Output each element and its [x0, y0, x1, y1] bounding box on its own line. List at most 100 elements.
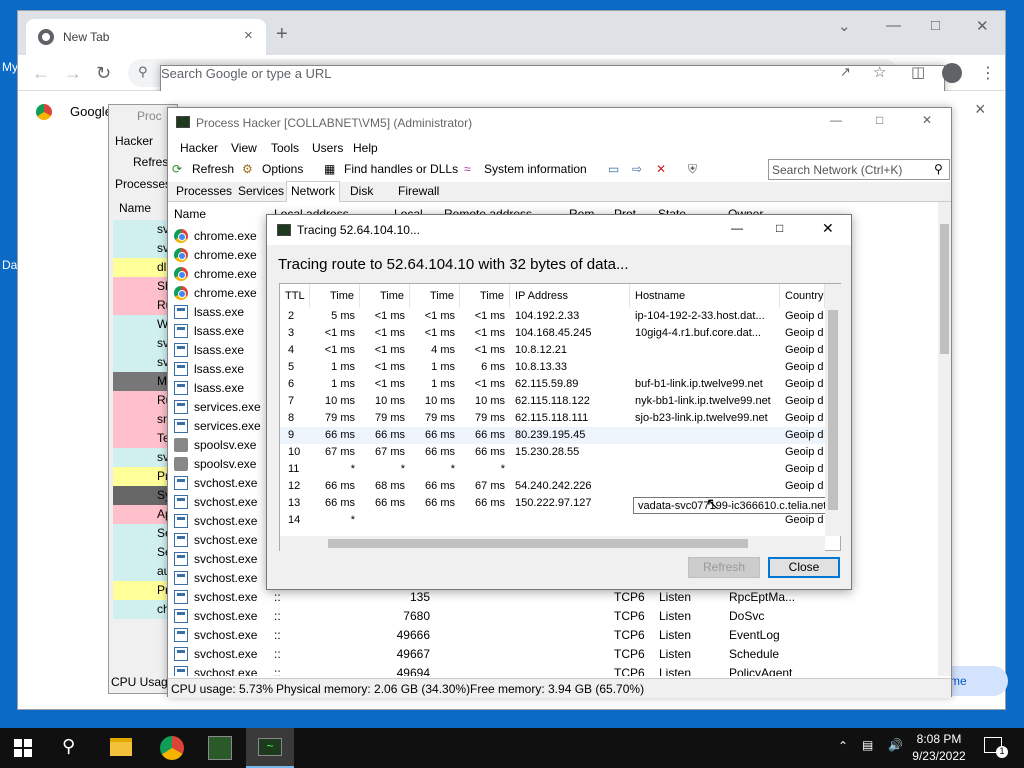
column-header-time-2[interactable]: Time: [360, 284, 410, 308]
scroll-thumb[interactable]: [328, 539, 748, 548]
search-network-input[interactable]: Search Network (Ctrl+K) ⚲: [768, 159, 950, 180]
star-icon[interactable]: ☆: [873, 63, 886, 81]
window-icon[interactable]: ▭: [608, 162, 619, 176]
chrome-taskbar-icon[interactable]: [160, 736, 184, 760]
column-header-ttl[interactable]: TTL: [280, 284, 310, 308]
trace-row[interactable]: 14 * Geoip d: [280, 512, 825, 529]
back-icon[interactable]: ←: [32, 63, 50, 84]
terminate-icon[interactable]: ✕: [656, 162, 666, 176]
back-process-row[interactable]: Sh: [113, 277, 175, 296]
scroll-thumb[interactable]: [940, 224, 949, 354]
share-icon[interactable]: ↗: [840, 64, 851, 80]
back-process-row[interactable]: sm: [113, 410, 175, 429]
menu-view[interactable]: View: [231, 141, 257, 155]
minimize-icon[interactable]: —: [731, 221, 743, 235]
reload-icon[interactable]: ↻: [96, 63, 111, 84]
trace-row[interactable]: 11 * * * * Geoip d: [280, 461, 825, 478]
tab-processes[interactable]: Processes: [172, 184, 236, 198]
menu-hacker[interactable]: Hacker: [180, 141, 218, 155]
column-header-name[interactable]: Name: [119, 201, 151, 215]
minimize-icon[interactable]: —: [830, 113, 842, 127]
back-process-row[interactable]: Ap: [113, 505, 175, 524]
vertical-scrollbar[interactable]: [938, 202, 951, 676]
tab-firewall[interactable]: Firewall: [394, 184, 443, 198]
bookmark-google[interactable]: Google: [70, 104, 112, 119]
grid-vertical-scrollbar[interactable]: [825, 284, 841, 536]
close-icon[interactable]: ×: [975, 99, 986, 120]
grid-horizontal-scrollbar[interactable]: [280, 536, 825, 551]
back-process-row[interactable]: Pr: [113, 467, 175, 486]
shield-icon[interactable]: ⛨: [688, 162, 697, 177]
options-button[interactable]: Options: [262, 162, 303, 176]
browser-tab[interactable]: New Tab ×: [26, 19, 266, 55]
back-process-row[interactable]: Se: [113, 524, 175, 543]
maximize-icon[interactable]: □: [876, 113, 883, 127]
back-process-row[interactable]: sv: [113, 334, 175, 353]
process-hacker-active-taskbar-icon[interactable]: ~: [246, 728, 294, 768]
tab-network[interactable]: Network: [286, 181, 341, 202]
back-process-row[interactable]: W: [113, 315, 175, 334]
column-header-name[interactable]: Name: [174, 207, 206, 221]
back-process-row[interactable]: Te: [113, 429, 175, 448]
refresh-button[interactable]: Refresh: [192, 162, 234, 176]
close-icon[interactable]: ✕: [976, 17, 989, 35]
profile-avatar[interactable]: [942, 63, 962, 83]
back-process-row[interactable]: sv: [113, 239, 175, 258]
tab-disk[interactable]: Disk: [346, 184, 377, 198]
tab-processes[interactable]: Processes: [115, 177, 171, 191]
clock-date[interactable]: 9/23/2022: [908, 749, 970, 763]
close-tab-icon[interactable]: ×: [244, 27, 253, 44]
minimize-icon[interactable]: —: [886, 17, 901, 34]
menu-hacker[interactable]: Hacker: [115, 134, 153, 148]
trace-row[interactable]: 2 5 ms <1 ms <1 ms <1 ms 104.192.2.33 ip-104-1…: [280, 308, 825, 325]
trace-row[interactable]: 3 <1 ms <1 ms <1 ms <1 ms 104.168.45.245 10gig…: [280, 325, 825, 342]
scroll-thumb[interactable]: [828, 310, 838, 510]
back-process-row[interactable]: Pr: [113, 581, 175, 600]
side-panel-icon[interactable]: ◫: [911, 63, 925, 81]
windows-start-icon[interactable]: [14, 739, 32, 757]
menu-tools[interactable]: Tools: [271, 141, 299, 155]
file-explorer-icon[interactable]: [110, 738, 132, 756]
process-hacker-taskbar-icon[interactable]: [208, 736, 232, 760]
close-icon[interactable]: ✕: [922, 113, 932, 127]
back-process-row[interactable]: Se: [113, 543, 175, 562]
trace-row[interactable]: 10 67 ms 67 ms 66 ms 66 ms 15.230.28.55 Geoip …: [280, 444, 825, 461]
close-button[interactable]: Close: [768, 557, 840, 578]
refresh-button[interactable]: Refres: [133, 155, 168, 169]
column-header-time-3[interactable]: Time: [410, 284, 460, 308]
trace-row[interactable]: 4 <1 ms <1 ms 4 ms <1 ms 10.8.12.21 Geoip d: [280, 342, 825, 359]
tab-services[interactable]: Services: [234, 184, 288, 198]
trace-row[interactable]: 6 1 ms <1 ms 1 ms <1 ms 62.115.59.89 buf-b1-li…: [280, 376, 825, 393]
find-handles-button[interactable]: Find handles or DLLs: [344, 162, 458, 176]
trace-row[interactable]: 9 66 ms 66 ms 66 ms 66 ms 80.239.195.45 Geoip …: [280, 427, 825, 444]
table-row[interactable]: svchost.exe:: 49667 TCP6 Listen Schedule: [172, 645, 932, 664]
column-header-time-4[interactable]: Time: [460, 284, 510, 308]
chevron-up-icon[interactable]: ⌃: [838, 739, 848, 753]
window-go-icon[interactable]: ⇨: [632, 162, 642, 176]
trace-row[interactable]: 7 10 ms 10 ms 10 ms 10 ms 62.115.118.122 nyk-b…: [280, 393, 825, 410]
back-process-row[interactable]: au: [113, 562, 175, 581]
more-menu-icon[interactable]: ⋮: [980, 63, 996, 83]
column-header-ip-address[interactable]: IP Address: [510, 284, 630, 308]
trace-row[interactable]: 12 66 ms 68 ms 66 ms 67 ms 54.240.242.226 Geoi…: [280, 478, 825, 495]
refresh-button[interactable]: Refresh: [688, 557, 760, 578]
table-row[interactable]: svchost.exe:: 49694 TCP6 Listen PolicyAgent: [172, 664, 932, 676]
menu-help[interactable]: Help: [353, 141, 378, 155]
back-process-row[interactable]: sv: [113, 448, 175, 467]
omnibox[interactable]: ⚲ Search Google or type a URL ↗ ☆: [128, 59, 945, 655]
back-process-row[interactable]: Ru: [113, 296, 175, 315]
table-row[interactable]: svchost.exe:: 49666 TCP6 Listen EventLog: [172, 626, 932, 645]
table-row[interactable]: svchost.exe:: 7680 TCP6 Listen DoSvc: [172, 607, 932, 626]
back-process-row[interactable]: M: [113, 372, 175, 391]
back-process-row[interactable]: ch: [113, 600, 175, 619]
column-header-country[interactable]: Country: [780, 284, 825, 308]
maximize-icon[interactable]: □: [776, 221, 783, 235]
system-information-button[interactable]: System information: [484, 162, 587, 176]
network-icon[interactable]: ▤: [862, 738, 873, 752]
column-header-time-1[interactable]: Time: [310, 284, 360, 308]
back-process-row[interactable]: Sy: [113, 486, 175, 505]
clock-time[interactable]: 8:08 PM: [910, 732, 968, 746]
trace-row[interactable]: 8 79 ms 79 ms 79 ms 79 ms 62.115.118.111 sjo-b…: [280, 410, 825, 427]
table-row[interactable]: svchost.exe:: 135 TCP6 Listen RpcEptMa...: [172, 588, 932, 607]
back-process-row[interactable]: sv: [113, 220, 175, 239]
